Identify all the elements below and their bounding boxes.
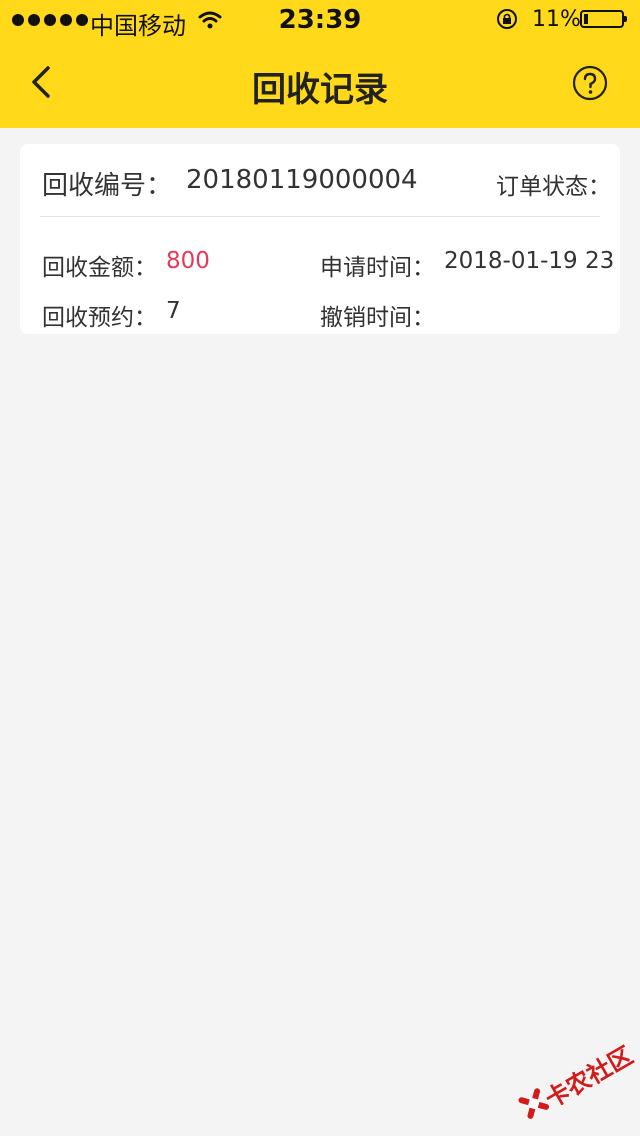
recycle-record-card[interactable]: 回收编号： 20180119000004 订单状态： 回收金额： 800 申请时… [20,144,620,334]
cancel-time-label: 撤销时间： [320,305,435,331]
amount-label: 回收金额： [42,255,157,281]
question-circle-icon[interactable] [572,65,608,101]
status-bar: 中国移动 23:39 11% [0,0,640,40]
reserve-value: 7 [166,298,181,324]
battery-percent: 11% [532,7,581,32]
battery-icon [580,10,627,28]
header-bar: 中国移动 23:39 11% 回收记录 [0,0,640,128]
watermark-text: 卡农社区 [540,1041,638,1114]
card-divider [40,216,600,217]
watermark: 卡农社区 [494,1006,638,1130]
amount-value: 800 [166,248,210,274]
rotation-lock-icon [497,9,517,29]
page-title: 回收记录 [252,70,388,110]
recycle-no-value: 20180119000004 [186,165,418,195]
nav-bar: 回收记录 [0,40,640,128]
reserve-label: 回收预约： [42,305,157,331]
apply-time-label: 申请时间： [320,255,435,281]
apply-time-value: 2018-01-19 23 [444,248,615,274]
card-header: 回收编号： 20180119000004 订单状态： [20,144,620,216]
order-status-label: 订单状态： [496,174,611,200]
recycle-no-label: 回收编号： [42,171,173,201]
